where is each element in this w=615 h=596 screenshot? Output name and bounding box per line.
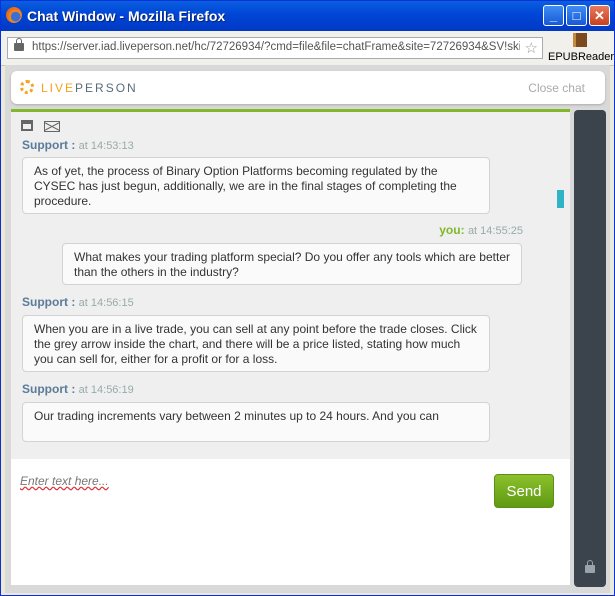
- lock-icon: [14, 38, 24, 51]
- side-panel: [574, 110, 606, 587]
- title-bar[interactable]: Chat Window - Mozilla Firefox _ □ ✕: [1, 1, 614, 31]
- liveperson-logo-text: LIVEPERSON: [41, 81, 138, 95]
- timestamp: at 14:55:25: [467, 225, 523, 237]
- liveperson-logo-icon: [20, 80, 34, 94]
- epubreader-label: EPUBReader: [548, 51, 615, 63]
- sender-name: Support :: [22, 295, 76, 309]
- close-button[interactable]: ✕: [589, 5, 610, 26]
- sender-name: Support :: [22, 382, 76, 396]
- lock-icon: [585, 560, 595, 573]
- chat-transcript[interactable]: Support : at 14:53:13 As of yet, the pro…: [11, 112, 570, 459]
- sender-name: Support :: [22, 138, 76, 152]
- message-bubble: What makes your trading platform special…: [62, 243, 522, 285]
- liveperson-header: LIVEPERSON Close chat: [11, 71, 605, 104]
- book-icon: [573, 33, 587, 47]
- scrollbar-thumb[interactable]: [557, 190, 564, 208]
- email-icon[interactable]: [44, 121, 60, 132]
- close-chat-link[interactable]: Close chat: [528, 81, 585, 95]
- send-button[interactable]: Send: [494, 474, 554, 508]
- message-input[interactable]: Enter text here...: [20, 474, 109, 488]
- message-bubble: Our trading increments vary between 2 mi…: [22, 402, 490, 442]
- message-bubble: As of yet, the process of Binary Option …: [22, 157, 490, 214]
- browser-window: Chat Window - Mozilla Firefox _ □ ✕ http…: [0, 0, 615, 596]
- window-title: Chat Window - Mozilla Firefox: [27, 8, 226, 24]
- message-header: Support : at 14:56:19: [22, 382, 134, 396]
- message-bubble: When you are in a live trade, you can se…: [22, 315, 490, 372]
- firefox-icon: [6, 7, 22, 23]
- sender-name: you:: [439, 223, 465, 237]
- maximize-button[interactable]: □: [566, 5, 587, 26]
- url-text: https://server.iad.liveperson.net/hc/727…: [32, 41, 520, 53]
- chat-scrollbar[interactable]: [554, 140, 564, 458]
- chat-content: LIVEPERSON Close chat ⌄ Support : at 14:…: [5, 65, 610, 593]
- epubreader-button[interactable]: EPUBReader: [548, 33, 615, 63]
- print-icon[interactable]: [21, 120, 33, 131]
- timestamp: at 14:56:19: [78, 384, 134, 396]
- minimize-button[interactable]: _: [543, 5, 564, 26]
- message-input-area: Enter text here... Send: [11, 459, 570, 585]
- timestamp: at 14:56:15: [78, 297, 134, 309]
- message-header: you: at 14:55:25: [439, 223, 523, 237]
- message-header: Support : at 14:53:13: [22, 138, 134, 152]
- message-header: Support : at 14:56:15: [22, 295, 134, 309]
- address-bar: https://server.iad.liveperson.net/hc/727…: [1, 31, 614, 66]
- bookmark-star-icon[interactable]: ☆: [525, 39, 538, 57]
- url-field[interactable]: https://server.iad.liveperson.net/hc/727…: [7, 37, 543, 59]
- timestamp: at 14:53:13: [78, 140, 134, 152]
